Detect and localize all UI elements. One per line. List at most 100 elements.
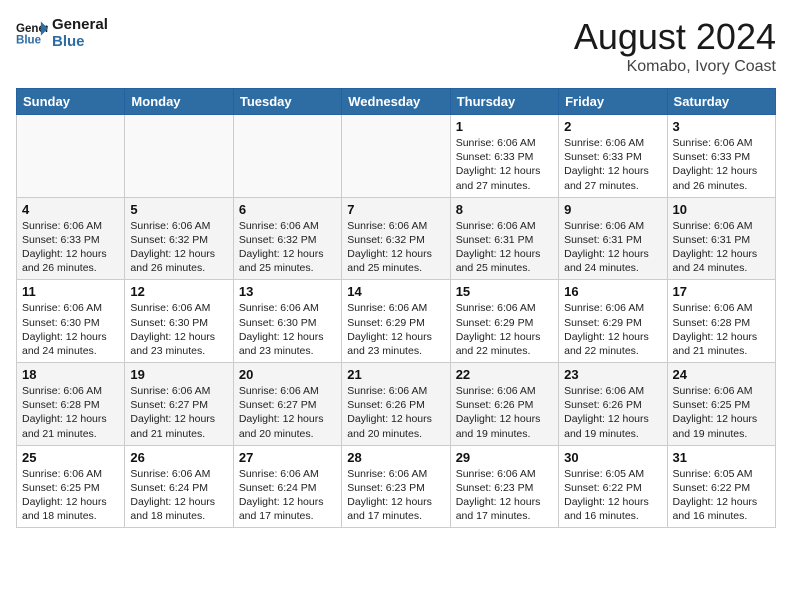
- day-number: 29: [456, 450, 553, 465]
- day-info: Sunrise: 6:06 AM Sunset: 6:31 PM Dayligh…: [456, 219, 553, 276]
- day-info: Sunrise: 6:05 AM Sunset: 6:22 PM Dayligh…: [673, 467, 770, 524]
- day-number: 25: [22, 450, 119, 465]
- day-info: Sunrise: 6:06 AM Sunset: 6:30 PM Dayligh…: [239, 301, 336, 358]
- day-number: 30: [564, 450, 661, 465]
- day-info: Sunrise: 6:06 AM Sunset: 6:30 PM Dayligh…: [130, 301, 227, 358]
- location: Komabo, Ivory Coast: [574, 58, 776, 76]
- day-info: Sunrise: 6:06 AM Sunset: 6:33 PM Dayligh…: [456, 136, 553, 193]
- day-number: 3: [673, 119, 770, 134]
- calendar-cell: 30 Sunrise: 6:05 AM Sunset: 6:22 PM Dayli…: [559, 445, 667, 528]
- day-info: Sunrise: 6:06 AM Sunset: 6:31 PM Dayligh…: [564, 219, 661, 276]
- calendar-cell: 18 Sunrise: 6:06 AM Sunset: 6:28 PM Dayli…: [17, 363, 125, 446]
- calendar-cell: [125, 115, 233, 198]
- day-number: 31: [673, 450, 770, 465]
- weekday-header-monday: Monday: [125, 89, 233, 115]
- calendar-cell: 28 Sunrise: 6:06 AM Sunset: 6:23 PM Dayli…: [342, 445, 450, 528]
- calendar-cell: 11 Sunrise: 6:06 AM Sunset: 6:30 PM Dayli…: [17, 280, 125, 363]
- day-info: Sunrise: 6:06 AM Sunset: 6:29 PM Dayligh…: [564, 301, 661, 358]
- week-row-5: 25Sunrise: 6:06 AM Sunset: 6:25 PM Dayli…: [17, 445, 776, 528]
- title-block: August 2024 Komabo, Ivory Coast: [574, 16, 776, 76]
- day-number: 18: [22, 367, 119, 382]
- day-info: Sunrise: 6:05 AM Sunset: 6:22 PM Dayligh…: [564, 467, 661, 524]
- day-info: Sunrise: 6:06 AM Sunset: 6:31 PM Dayligh…: [673, 219, 770, 276]
- day-number: 7: [347, 202, 444, 217]
- day-info: Sunrise: 6:06 AM Sunset: 6:29 PM Dayligh…: [456, 301, 553, 358]
- day-info: Sunrise: 6:06 AM Sunset: 6:32 PM Dayligh…: [239, 219, 336, 276]
- day-info: Sunrise: 6:06 AM Sunset: 6:27 PM Dayligh…: [130, 384, 227, 441]
- calendar-cell: 1Sunrise: 6:06 AM Sunset: 6:33 PM Daylig…: [450, 115, 558, 198]
- day-number: 9: [564, 202, 661, 217]
- day-number: 17: [673, 284, 770, 299]
- calendar-cell: [17, 115, 125, 198]
- day-number: 16: [564, 284, 661, 299]
- day-info: Sunrise: 6:06 AM Sunset: 6:23 PM Dayligh…: [347, 467, 444, 524]
- calendar-cell: 22Sunrise: 6:06 AM Sunset: 6:26 PM Dayli…: [450, 363, 558, 446]
- weekday-header-sunday: Sunday: [17, 89, 125, 115]
- calendar-cell: 7 Sunrise: 6:06 AM Sunset: 6:32 PM Daylig…: [342, 197, 450, 280]
- calendar-cell: 8 Sunrise: 6:06 AM Sunset: 6:31 PM Daylig…: [450, 197, 558, 280]
- day-number: 28: [347, 450, 444, 465]
- day-info: Sunrise: 6:06 AM Sunset: 6:24 PM Dayligh…: [239, 467, 336, 524]
- calendar-cell: [233, 115, 341, 198]
- day-info: Sunrise: 6:06 AM Sunset: 6:26 PM Dayligh…: [564, 384, 661, 441]
- day-info: Sunrise: 6:06 AM Sunset: 6:33 PM Dayligh…: [673, 136, 770, 193]
- weekday-header-row: SundayMondayTuesdayWednesdayThursdayFrid…: [17, 89, 776, 115]
- day-info: Sunrise: 6:06 AM Sunset: 6:33 PM Dayligh…: [22, 219, 119, 276]
- calendar-cell: 19Sunrise: 6:06 AM Sunset: 6:27 PM Dayli…: [125, 363, 233, 446]
- calendar-cell: 3 Sunrise: 6:06 AM Sunset: 6:33 PM Daylig…: [667, 115, 775, 198]
- day-number: 26: [130, 450, 227, 465]
- day-number: 11: [22, 284, 119, 299]
- day-number: 20: [239, 367, 336, 382]
- calendar-cell: 14Sunrise: 6:06 AM Sunset: 6:29 PM Dayli…: [342, 280, 450, 363]
- calendar-cell: 12Sunrise: 6:06 AM Sunset: 6:30 PM Dayli…: [125, 280, 233, 363]
- week-row-4: 18 Sunrise: 6:06 AM Sunset: 6:28 PM Dayli…: [17, 363, 776, 446]
- calendar-cell: 25Sunrise: 6:06 AM Sunset: 6:25 PM Dayli…: [17, 445, 125, 528]
- calendar-cell: 5 Sunrise: 6:06 AM Sunset: 6:32 PM Daylig…: [125, 197, 233, 280]
- calendar-cell: 29 Sunrise: 6:06 AM Sunset: 6:23 PM Dayli…: [450, 445, 558, 528]
- day-info: Sunrise: 6:06 AM Sunset: 6:29 PM Dayligh…: [347, 301, 444, 358]
- day-info: Sunrise: 6:06 AM Sunset: 6:24 PM Dayligh…: [130, 467, 227, 524]
- calendar-cell: 21 Sunrise: 6:06 AM Sunset: 6:26 PM Dayli…: [342, 363, 450, 446]
- calendar-cell: [342, 115, 450, 198]
- day-info: Sunrise: 6:06 AM Sunset: 6:30 PM Dayligh…: [22, 301, 119, 358]
- day-info: Sunrise: 6:06 AM Sunset: 6:33 PM Dayligh…: [564, 136, 661, 193]
- day-number: 21: [347, 367, 444, 382]
- day-number: 15: [456, 284, 553, 299]
- day-info: Sunrise: 6:06 AM Sunset: 6:26 PM Dayligh…: [347, 384, 444, 441]
- calendar-cell: 20 Sunrise: 6:06 AM Sunset: 6:27 PM Dayli…: [233, 363, 341, 446]
- day-info: Sunrise: 6:06 AM Sunset: 6:28 PM Dayligh…: [22, 384, 119, 441]
- day-info: Sunrise: 6:06 AM Sunset: 6:25 PM Dayligh…: [673, 384, 770, 441]
- weekday-header-thursday: Thursday: [450, 89, 558, 115]
- calendar-cell: 31 Sunrise: 6:05 AM Sunset: 6:22 PM Dayli…: [667, 445, 775, 528]
- day-info: Sunrise: 6:06 AM Sunset: 6:28 PM Dayligh…: [673, 301, 770, 358]
- day-number: 5: [130, 202, 227, 217]
- calendar-cell: 17 Sunrise: 6:06 AM Sunset: 6:28 PM Dayli…: [667, 280, 775, 363]
- day-info: Sunrise: 6:06 AM Sunset: 6:32 PM Dayligh…: [130, 219, 227, 276]
- week-row-1: 1Sunrise: 6:06 AM Sunset: 6:33 PM Daylig…: [17, 115, 776, 198]
- calendar-cell: 16 Sunrise: 6:06 AM Sunset: 6:29 PM Dayli…: [559, 280, 667, 363]
- day-number: 8: [456, 202, 553, 217]
- day-info: Sunrise: 6:06 AM Sunset: 6:27 PM Dayligh…: [239, 384, 336, 441]
- calendar-cell: 10Sunrise: 6:06 AM Sunset: 6:31 PM Dayli…: [667, 197, 775, 280]
- weekday-header-saturday: Saturday: [667, 89, 775, 115]
- calendar-cell: 24 Sunrise: 6:06 AM Sunset: 6:25 PM Dayli…: [667, 363, 775, 446]
- day-info: Sunrise: 6:06 AM Sunset: 6:32 PM Dayligh…: [347, 219, 444, 276]
- calendar-cell: 4 Sunrise: 6:06 AM Sunset: 6:33 PM Daylig…: [17, 197, 125, 280]
- calendar: SundayMondayTuesdayWednesdayThursdayFrid…: [16, 88, 776, 528]
- svg-text:Blue: Blue: [16, 35, 42, 47]
- month-year: August 2024: [574, 16, 776, 58]
- day-number: 6: [239, 202, 336, 217]
- logo-line2: Blue: [52, 33, 108, 50]
- page-header: General Blue General Blue August 2024 Ko…: [16, 16, 776, 76]
- day-number: 24: [673, 367, 770, 382]
- day-number: 23: [564, 367, 661, 382]
- calendar-cell: 15 Sunrise: 6:06 AM Sunset: 6:29 PM Dayli…: [450, 280, 558, 363]
- week-row-3: 11 Sunrise: 6:06 AM Sunset: 6:30 PM Dayli…: [17, 280, 776, 363]
- week-row-2: 4 Sunrise: 6:06 AM Sunset: 6:33 PM Daylig…: [17, 197, 776, 280]
- day-info: Sunrise: 6:06 AM Sunset: 6:26 PM Dayligh…: [456, 384, 553, 441]
- day-number: 13: [239, 284, 336, 299]
- day-info: Sunrise: 6:06 AM Sunset: 6:23 PM Dayligh…: [456, 467, 553, 524]
- calendar-cell: 26 Sunrise: 6:06 AM Sunset: 6:24 PM Dayli…: [125, 445, 233, 528]
- calendar-cell: 2Sunrise: 6:06 AM Sunset: 6:33 PM Daylig…: [559, 115, 667, 198]
- day-number: 4: [22, 202, 119, 217]
